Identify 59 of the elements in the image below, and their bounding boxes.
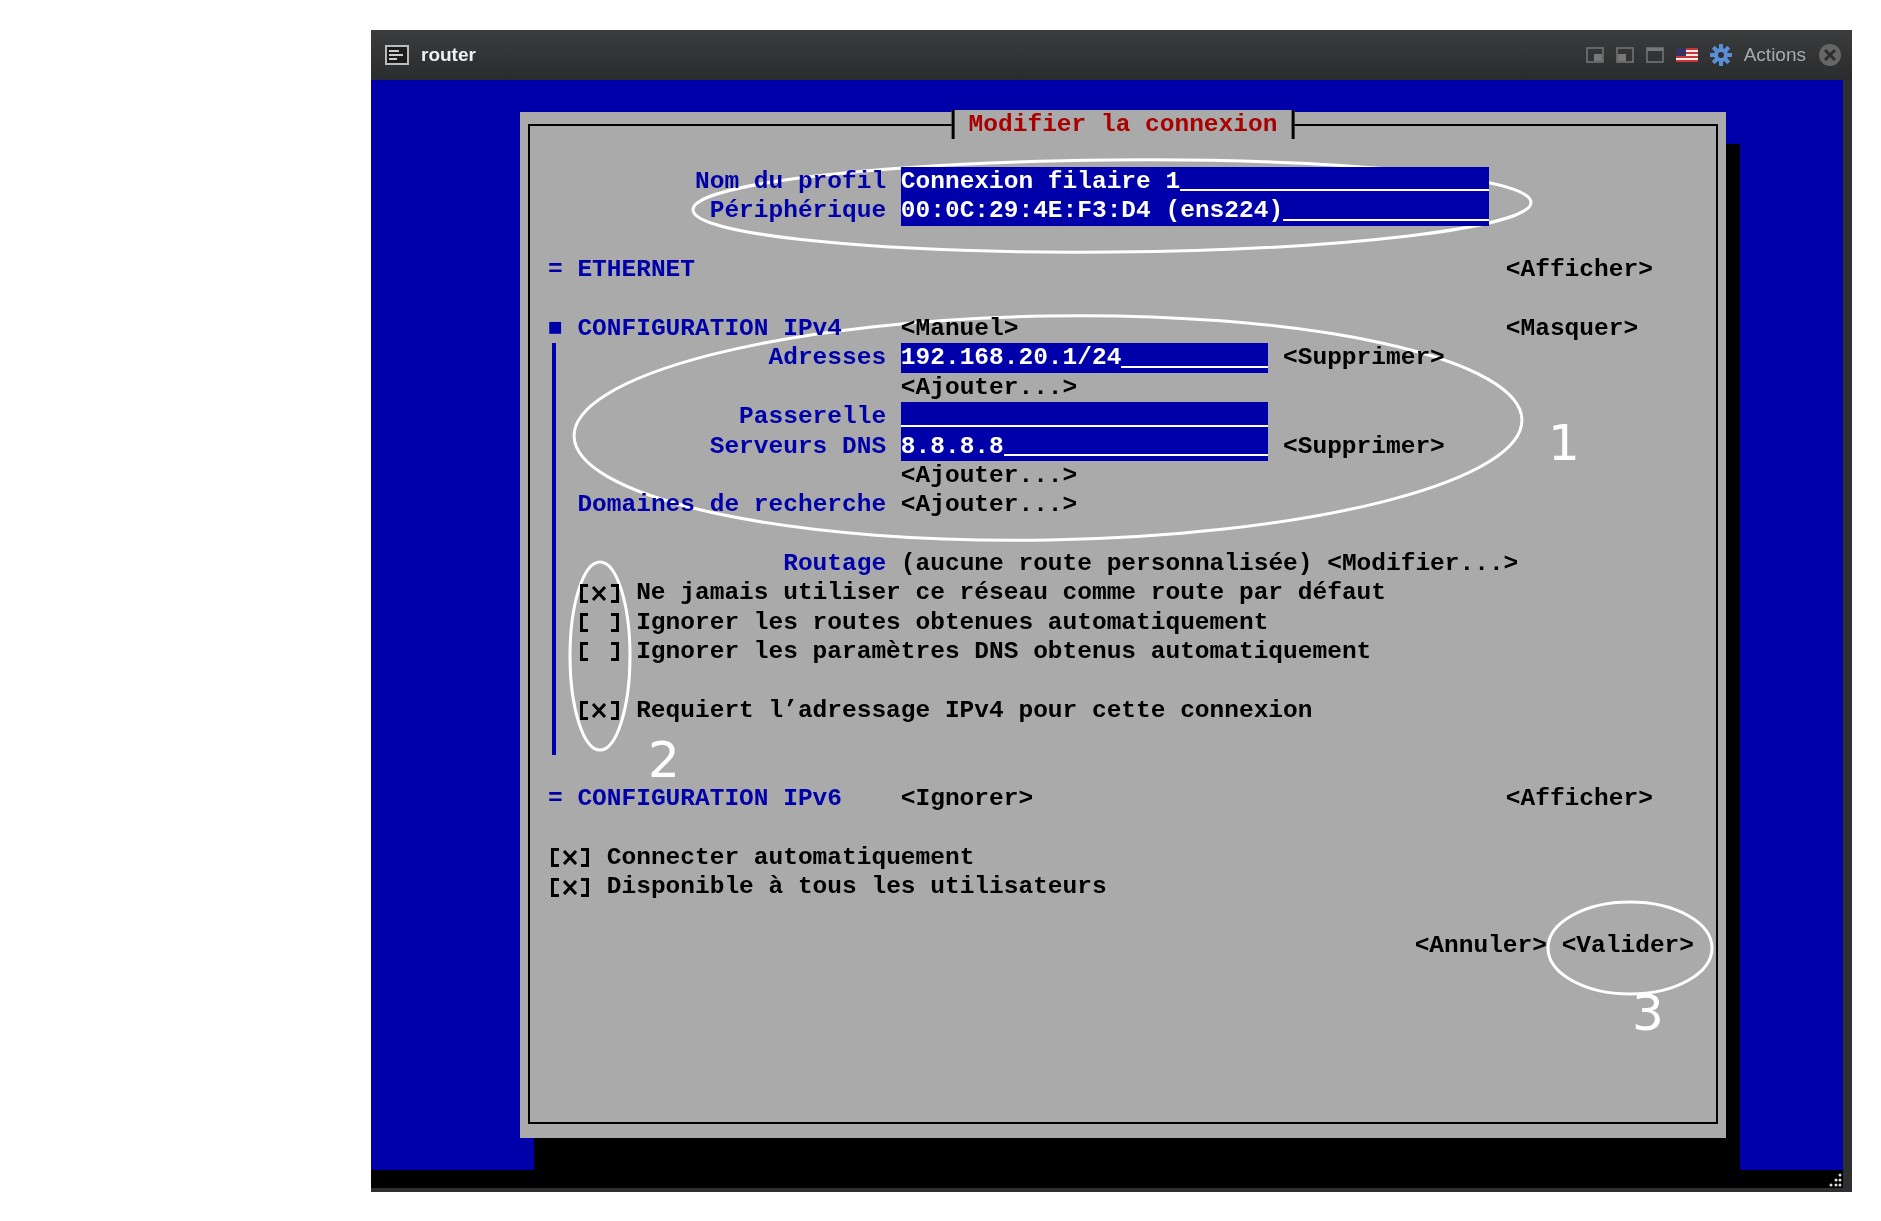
toggle-button[interactable]: <Afficher> (1505, 784, 1694, 814)
cross-icon (562, 850, 579, 866)
add-button[interactable]: <Ajouter...> (900, 460, 1078, 491)
gear-icon[interactable] (1709, 44, 1732, 66)
field-label: Périphérique (708, 196, 887, 226)
cross-icon (591, 703, 608, 719)
field-label: Routage (782, 549, 887, 579)
window-title: router (421, 44, 476, 66)
section-marker: = (548, 255, 563, 285)
checkbox-label: Disponible à tous les utilisateurs (606, 872, 1107, 902)
field-label: Domaines de recherche (577, 490, 887, 520)
remove-button[interactable]: <Supprimer> (1283, 343, 1445, 373)
flag-icon[interactable] (1675, 48, 1698, 62)
input-field[interactable]: 00:0C:29:4E:F3:D4 (ens224) (900, 196, 1489, 226)
checkbox-label: Ne jamais utiliser ce réseau comme route par défaut (636, 578, 1386, 608)
add-button[interactable]: <Ajouter...> (900, 372, 1078, 403)
restore-icon[interactable] (1615, 47, 1634, 63)
field-label: Serveurs DNS (708, 431, 887, 461)
mode-dropdown[interactable]: <Manuel> (900, 313, 1019, 344)
restore-icon[interactable] (1585, 47, 1604, 63)
section-marker: = (548, 784, 563, 814)
field-label: Nom du profil (694, 167, 887, 197)
cancel-button[interactable]: <Annuler> (1414, 931, 1547, 961)
routing-status: (aucune route personnalisée) (900, 549, 1313, 579)
input-field[interactable]: 8.8.8.8 (900, 431, 1269, 461)
section-title: ETHERNET (577, 255, 696, 285)
toggle-button[interactable]: <Masquer> (1505, 313, 1694, 344)
checkbox[interactable] (550, 848, 590, 868)
field-label: Passerelle (738, 402, 887, 432)
edit-button[interactable]: <Modifier...> (1327, 549, 1519, 579)
checkbox-label: Requiert l’adressage IPv4 pour cette connexion (636, 696, 1313, 726)
checkbox-label: Connecter automatiquement (606, 843, 975, 873)
annotation-number: 3 (1632, 988, 1664, 1038)
annotation-number: 1 (1548, 418, 1580, 468)
cross-icon (591, 585, 608, 601)
remove-button[interactable]: <Supprimer> (1283, 431, 1445, 461)
input-field[interactable]: Connexion filaire 1 (900, 167, 1489, 197)
actions-menu[interactable]: Actions (1743, 44, 1806, 66)
checkbox-label: Ignorer les routes obtenues automatiquement (636, 607, 1269, 638)
mode-dropdown[interactable]: <Ignorer> (900, 784, 1034, 814)
terminal-icon (385, 45, 409, 65)
dialog-title: Modifier la connexion (951, 110, 1295, 140)
section-marker: ■ (548, 313, 563, 344)
checkbox[interactable] (550, 877, 590, 897)
cross-icon (562, 879, 579, 895)
toggle-button[interactable]: <Afficher> (1505, 255, 1694, 285)
add-button[interactable]: <Ajouter...> (900, 490, 1078, 520)
maximize-icon[interactable] (1645, 47, 1664, 63)
section-title: CONFIGURATION IPv4 (577, 313, 844, 344)
confirm-button[interactable]: <Valider> (1561, 931, 1694, 961)
section-title: CONFIGURATION IPv6 (577, 784, 844, 814)
checkbox[interactable] (580, 701, 619, 721)
input-field[interactable]: 192.168.20.1/24 (900, 343, 1269, 373)
field-label: Adresses (767, 343, 887, 373)
input-field[interactable] (900, 402, 1269, 432)
checkbox-label: Ignorer les paramètres DNS obtenus automatiquement (636, 637, 1372, 667)
annotation-number: 2 (648, 735, 680, 785)
checkbox[interactable] (580, 583, 619, 603)
resize-grip-icon[interactable] (1827, 1172, 1843, 1188)
